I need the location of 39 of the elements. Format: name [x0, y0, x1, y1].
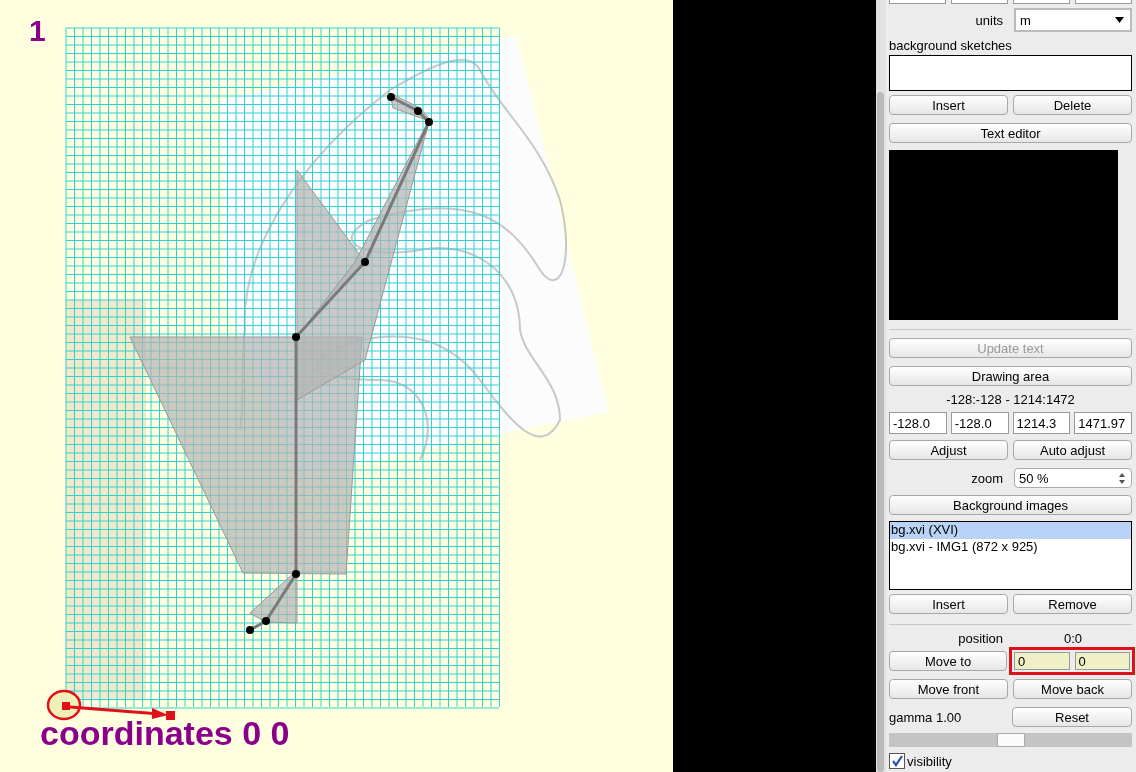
position-value: 0:0 — [1062, 631, 1084, 646]
image-list-item[interactable]: bg.xvi (XVI) — [890, 522, 1131, 539]
drawing-area-button[interactable]: Drawing area — [889, 366, 1132, 386]
image-button[interactable]: Insert — [889, 594, 1008, 614]
sketches-label: background sketches — [889, 38, 1012, 53]
units-label: units — [974, 12, 1004, 28]
sketch-button[interactable]: Delete — [1013, 95, 1132, 115]
coordinate-field[interactable]: 1471.97 — [1074, 412, 1132, 434]
dropdown-caret-icon — [1115, 17, 1124, 23]
adjust-button[interactable]: Auto adjust — [1013, 440, 1132, 460]
coordinates-caption: coordinates 0 0 — [40, 714, 290, 753]
coordinate-field[interactable]: 1214.3 — [1012, 412, 1071, 434]
page-number: 1 — [29, 14, 46, 48]
coordinate-field[interactable]: -128.0 — [950, 412, 1009, 434]
background-images-button[interactable]: Background images — [889, 495, 1132, 515]
units-dropdown[interactable]: m — [1014, 8, 1132, 32]
visibility-label: visibility — [907, 753, 952, 769]
order-button[interactable]: Move front — [889, 679, 1008, 699]
adjust-button[interactable]: Adjust — [889, 440, 1008, 460]
position-label: position — [957, 631, 1004, 646]
gamma-label: gamma 1.00 — [889, 709, 963, 725]
drawing-area-readout: -128:-128 - 1214:1472 — [946, 392, 1075, 407]
gamma-slider-thumb[interactable] — [996, 733, 1025, 747]
image-list-item[interactable]: bg.xvi - IMG1 (872 x 925) — [890, 539, 1131, 556]
checkmark-icon — [891, 755, 903, 767]
reset-button[interactable]: Reset — [1012, 707, 1132, 727]
highlight-circle — [46, 689, 82, 721]
image-button[interactable]: Remove — [1013, 594, 1132, 614]
position-field[interactable]: 0 — [1074, 652, 1130, 670]
order-button[interactable]: Move back — [1013, 679, 1132, 699]
text-editor-button[interactable]: Text editor — [889, 123, 1132, 143]
coordinate-field[interactable]: -128.0 — [889, 412, 947, 434]
sketch-button[interactable]: Insert — [889, 95, 1008, 115]
visibility-checkbox[interactable] — [889, 753, 905, 769]
position-field[interactable]: 0 — [1014, 652, 1070, 670]
move-to-button[interactable]: Move to — [889, 651, 1007, 671]
zoom-label: zoom — [970, 470, 1004, 486]
stepper-icon — [1119, 472, 1125, 484]
zoom-dropdown[interactable]: 50 % — [1014, 468, 1132, 488]
